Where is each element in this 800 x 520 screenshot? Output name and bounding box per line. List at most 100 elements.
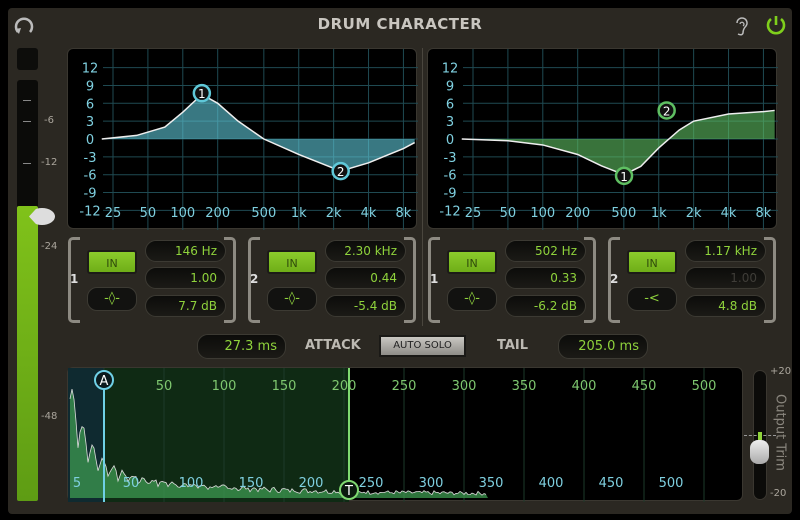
band-shape-button[interactable]: -< [627, 287, 677, 311]
attack-marker[interactable]: A [95, 371, 113, 389]
time-tick-bottom: 450 [599, 476, 624, 491]
band-in-button[interactable]: IN [87, 250, 137, 274]
y-tick-label: 12 [82, 62, 99, 77]
trim-min-label: -20 [770, 488, 786, 499]
eq-graph-right[interactable]: 129630-3-6-9-1225501002005001k2k4k8k12 [427, 48, 777, 229]
time-tick-bottom: 500 [659, 476, 684, 491]
y-tick-label: 12 [442, 62, 459, 77]
band-gain-field[interactable]: -5.4 dB [325, 295, 406, 317]
band-gain-field[interactable]: -6.2 dB [505, 295, 586, 317]
band-gain-field[interactable]: 7.7 dB [145, 295, 226, 317]
y-tick-label: 3 [446, 115, 454, 130]
divider [422, 48, 423, 326]
x-tick-label: 100 [530, 206, 555, 221]
meter-label: -48 [41, 411, 57, 422]
auto-solo-button[interactable]: AUTO SOLO [379, 335, 466, 357]
time-tick-bottom: 200 [299, 476, 324, 491]
time-tick-top: 200 [332, 379, 357, 394]
x-tick-label: 25 [465, 206, 482, 221]
time-tick-top: 50 [156, 379, 173, 394]
x-tick-label: 1k [291, 206, 307, 221]
band-frequency-field[interactable]: 2.30 kHz [325, 240, 406, 262]
bell-icon: -◊- [284, 291, 300, 306]
ear-icon[interactable] [732, 14, 750, 38]
band-shape-button[interactable]: -◊- [447, 287, 497, 311]
band-number: 2 [250, 272, 258, 286]
time-tick-top: 250 [392, 379, 417, 394]
transient-timeline[interactable]: 5010015020025030035040045050055010015020… [67, 367, 743, 501]
time-tick-bottom: 150 [239, 476, 264, 491]
svg-text:1: 1 [198, 87, 206, 101]
power-icon[interactable] [764, 13, 788, 37]
band-frequency-field[interactable]: 1.17 kHz [685, 240, 766, 262]
output-trim-handle[interactable] [750, 440, 769, 464]
y-tick-label: -9 [84, 187, 97, 202]
time-tick-bottom: 50 [123, 476, 140, 491]
eq-node-1[interactable]: 1 [616, 168, 632, 184]
band-number: 1 [430, 272, 438, 286]
bell-icon: -◊- [464, 291, 480, 306]
x-tick-label: 500 [611, 206, 636, 221]
time-tick-bottom: 300 [419, 476, 444, 491]
input-meter [17, 80, 38, 501]
y-tick-label: -6 [444, 169, 457, 184]
time-tick-top: 350 [512, 379, 537, 394]
eq-graph-left[interactable]: 129630-3-6-9-1225501002005001k2k4k8k12 [67, 48, 417, 229]
y-tick-label: -9 [444, 187, 457, 202]
tail-label: TAIL [497, 338, 528, 353]
time-tick-bottom: 5 [73, 476, 81, 491]
x-tick-label: 4k [361, 206, 377, 221]
eq-node-2[interactable]: 2 [659, 102, 675, 118]
band-shape-button[interactable]: -◊- [267, 287, 317, 311]
band-q-field[interactable]: 1.00 [145, 267, 226, 289]
band-frequency-field[interactable]: 146 Hz [145, 240, 226, 262]
x-tick-label: 1k [651, 206, 667, 221]
y-tick-label: 9 [86, 79, 94, 94]
band-q-field[interactable]: 0.44 [325, 267, 406, 289]
svg-text:2: 2 [663, 104, 671, 118]
trim-max-label: +20 [770, 366, 791, 377]
tail-time-field[interactable]: 205.0 ms [558, 334, 648, 359]
time-tick-bottom: 250 [359, 476, 384, 491]
band-shape-button[interactable]: -◊- [87, 287, 137, 311]
meter-level-fill [17, 206, 38, 501]
time-tick-top: 450 [632, 379, 657, 394]
x-tick-label: 50 [500, 206, 517, 221]
x-tick-label: 2k [686, 206, 702, 221]
eq-curve-fill [462, 110, 775, 174]
clip-indicator[interactable] [17, 48, 38, 70]
band-frequency-field[interactable]: 502 Hz [505, 240, 586, 262]
tail-marker[interactable]: T [340, 481, 358, 499]
x-tick-label: 2k [326, 206, 342, 221]
y-tick-label: 0 [446, 133, 454, 148]
band-in-button[interactable]: IN [627, 250, 677, 274]
y-tick-label: 3 [86, 115, 94, 130]
band-in-button[interactable]: IN [267, 250, 317, 274]
band-q-field[interactable]: 1.00 [685, 267, 766, 289]
band-number: 1 [70, 272, 78, 286]
band-q-field[interactable]: 0.33 [505, 267, 586, 289]
x-tick-label: 8k [396, 206, 412, 221]
svg-text:A: A [100, 374, 109, 389]
y-tick-label: -6 [84, 169, 97, 184]
band-gain-field[interactable]: 4.8 dB [685, 295, 766, 317]
meter-label: -6 [44, 115, 54, 126]
eq-node-1[interactable]: 1 [194, 85, 210, 101]
eq-node-2[interactable]: 2 [333, 163, 349, 179]
time-tick-top: 500 [692, 379, 717, 394]
y-tick-label: -3 [444, 151, 457, 166]
time-tick-bottom: 400 [539, 476, 564, 491]
y-tick-label: 6 [446, 97, 454, 112]
eq-curve-fill [102, 94, 415, 171]
y-tick-label: 0 [86, 133, 94, 148]
x-tick-label: 4k [721, 206, 737, 221]
attack-time-field[interactable]: 27.3 ms [197, 334, 286, 359]
band-in-button[interactable]: IN [447, 250, 497, 274]
y-tick-label: 6 [86, 97, 94, 112]
y-tick-label: -12 [439, 204, 460, 219]
svg-text:2: 2 [337, 165, 345, 179]
x-tick-label: 200 [565, 206, 590, 221]
plugin-title: DRUM CHARACTER [0, 15, 800, 33]
meter-label: -24 [41, 241, 57, 252]
band-number: 2 [610, 272, 618, 286]
